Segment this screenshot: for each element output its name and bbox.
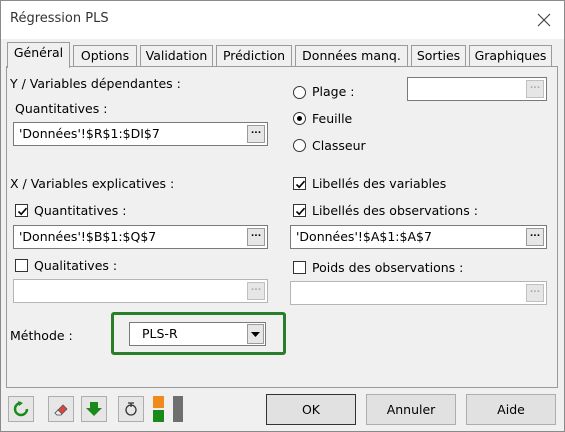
x-quantitatives-checkbox[interactable]	[15, 204, 28, 217]
radio-range[interactable]	[293, 86, 306, 99]
radio-workbook-label: Classeur	[312, 138, 366, 153]
observation-weights-label: Poids des observations :	[312, 260, 464, 275]
observation-weights-checkbox[interactable]	[293, 261, 306, 274]
chevron-down-icon	[251, 332, 260, 337]
observation-labels-label: Libellés des observations :	[312, 203, 478, 218]
layout-toggle[interactable]	[151, 395, 187, 423]
checkmark-icon	[17, 207, 28, 216]
eraser-icon	[54, 404, 68, 416]
save-settings-button[interactable]	[118, 396, 144, 422]
pls-dialog: Régression PLS Général Options Validatio…	[0, 0, 565, 432]
help-button[interactable]: Aide	[466, 394, 556, 425]
ok-button[interactable]: OK	[266, 394, 356, 425]
x-qualitatives-label: Qualitatives :	[34, 258, 118, 273]
reset-icon	[13, 401, 29, 417]
observation-weights-select-button[interactable]: ...	[526, 284, 544, 302]
x-qualitatives-checkbox[interactable]	[15, 259, 28, 272]
close-button[interactable]	[531, 7, 557, 33]
clear-button[interactable]	[48, 396, 74, 422]
tab-charts[interactable]: Graphiques	[469, 45, 552, 67]
x-quantitatives-value: 'Données'!$B$1:$Q$7	[19, 229, 157, 244]
x-quantitatives-select-button[interactable]: ...	[247, 228, 265, 246]
observation-weights-field[interactable]	[290, 281, 547, 305]
x-qualitatives-field[interactable]	[13, 279, 268, 303]
y-quantitatives-field[interactable]: 'Données'!$R$1:$DI$7	[13, 122, 268, 146]
observation-labels-value: 'Données'!$A$1:$A$7	[296, 229, 432, 244]
x-qualitatives-select-button[interactable]: ...	[247, 282, 265, 300]
down-arrow-icon	[86, 402, 102, 416]
close-icon	[537, 13, 551, 27]
tab-general[interactable]: Général	[7, 42, 70, 68]
radio-sheet[interactable]	[293, 112, 306, 125]
x-section-heading: X / Variables explicatives :	[10, 176, 175, 191]
range-select-button[interactable]: ...	[526, 80, 544, 98]
reset-button[interactable]	[8, 396, 34, 422]
cancel-button[interactable]: Annuler	[366, 394, 456, 425]
observation-labels-select-button[interactable]: ...	[526, 228, 544, 246]
y-quantitatives-select-button[interactable]: ...	[247, 125, 265, 143]
x-quantitatives-field[interactable]: 'Données'!$B$1:$Q$7	[13, 225, 268, 249]
checkmark-icon	[295, 207, 306, 216]
variable-labels-label: Libellés des variables	[312, 176, 447, 191]
method-select[interactable]: PLS-R	[129, 322, 266, 346]
method-value: PLS-R	[142, 326, 178, 341]
tab-validation[interactable]: Validation	[140, 45, 213, 67]
window-title: Régression PLS	[10, 11, 109, 26]
y-section-heading: Y / Variables dépendantes :	[10, 76, 181, 91]
radio-workbook[interactable]	[293, 139, 306, 152]
observation-labels-checkbox[interactable]	[293, 204, 306, 217]
tab-options[interactable]: Options	[73, 45, 137, 67]
layout-icon	[153, 396, 183, 422]
tab-outputs[interactable]: Sorties	[411, 45, 466, 67]
y-quantitatives-value: 'Données'!$R$1:$DI$7	[19, 126, 160, 141]
tab-missing-data[interactable]: Données manq.	[295, 45, 408, 67]
method-label: Méthode :	[10, 328, 73, 343]
save-icon	[125, 402, 137, 416]
x-quantitatives-label: Quantitatives :	[34, 203, 127, 218]
dropdown-button[interactable]	[247, 324, 264, 344]
variable-labels-checkbox[interactable]	[293, 177, 306, 190]
checkmark-icon	[295, 180, 306, 189]
y-quantitatives-label: Quantitatives :	[15, 101, 108, 116]
title-bar: Régression PLS	[1, 1, 564, 39]
radio-sheet-label: Feuille	[312, 111, 353, 126]
move-down-button[interactable]	[81, 396, 107, 422]
radio-range-label: Plage :	[312, 84, 355, 99]
observation-labels-field[interactable]: 'Données'!$A$1:$A$7	[290, 225, 547, 249]
tab-prediction[interactable]: Prédiction	[216, 45, 292, 67]
